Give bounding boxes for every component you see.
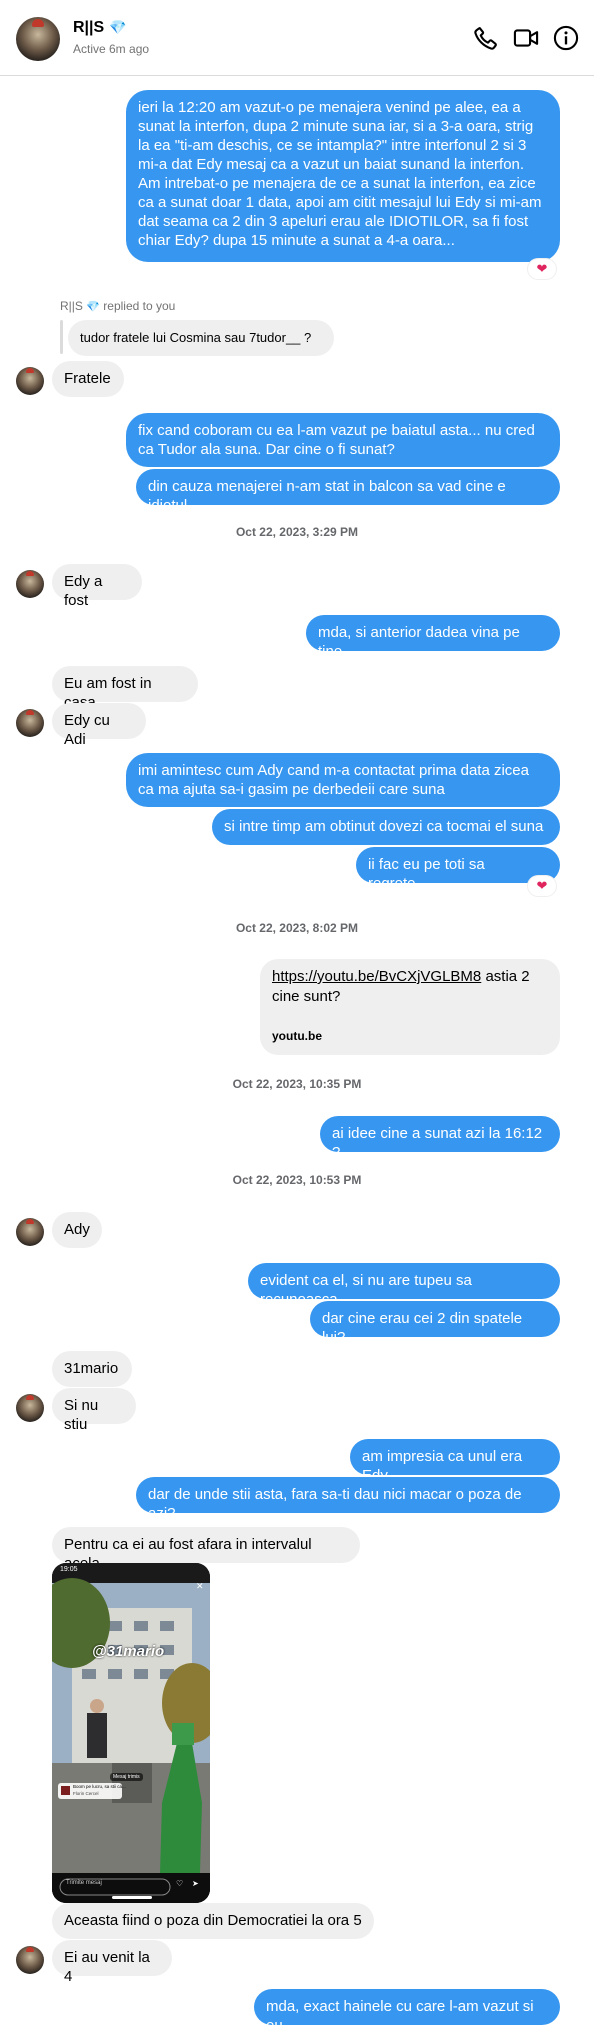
incoming-message[interactable]: Edy a fost bbox=[52, 564, 142, 609]
outgoing-message[interactable]: evident ca el, si nu are tupeu sa recuno… bbox=[248, 1263, 560, 1308]
outgoing-message[interactable]: mda, si anterior dadea vina pe tine bbox=[306, 615, 560, 660]
sender-avatar[interactable] bbox=[16, 1218, 44, 1246]
info-icon[interactable] bbox=[552, 24, 580, 52]
story-mention-overlay: @31mario bbox=[92, 1643, 165, 1660]
sender-avatar[interactable] bbox=[16, 1394, 44, 1422]
replied-message-quote[interactable]: tudor fratele lui Cosmina sau 7tudor__ ? bbox=[68, 320, 334, 356]
incoming-message[interactable]: Si nu stiu bbox=[52, 1388, 136, 1433]
outgoing-message[interactable]: am impresia ca unul era Edy bbox=[350, 1439, 560, 1484]
contact-name[interactable]: R||S bbox=[73, 19, 104, 36]
story-sticker: Mesaj trimis bbox=[110, 1773, 143, 1781]
story-close-icon[interactable]: ✕ bbox=[196, 1581, 204, 1592]
music-cover bbox=[61, 1786, 70, 1795]
incoming-message[interactable]: Eu am fost in casa bbox=[52, 666, 198, 711]
outgoing-message[interactable]: din cauza menajerei n-am stat in balcon … bbox=[136, 469, 560, 514]
heart-reaction[interactable]: ❤ bbox=[528, 259, 556, 279]
story-send-icon[interactable]: ➤ bbox=[192, 1879, 199, 1888]
timestamp: Oct 22, 2023, 8:02 PM bbox=[235, 921, 359, 935]
reply-sender: R||S bbox=[60, 299, 83, 313]
story-reply-placeholder[interactable]: Trimite mesaj bbox=[66, 1880, 102, 1886]
phone-icon[interactable] bbox=[472, 24, 500, 52]
link-share-card[interactable]: https://youtu.be/BvCXjVGLBM8 astia 2 cin… bbox=[260, 959, 560, 1055]
incoming-message[interactable]: 31mario bbox=[52, 1351, 132, 1387]
sender-avatar[interactable] bbox=[16, 570, 44, 598]
story-image bbox=[52, 1563, 210, 1903]
timestamp: Oct 22, 2023, 3:29 PM bbox=[235, 525, 359, 539]
incoming-message[interactable]: Aceasta fiind o poza din Democratiei la … bbox=[52, 1903, 374, 1939]
outgoing-message[interactable]: imi amintesc cum Ady cand m-a contactat … bbox=[126, 753, 560, 807]
incoming-message[interactable]: Pentru ca ei au fost afara in intervalul… bbox=[52, 1527, 360, 1572]
incoming-message[interactable]: Edy cu Adi bbox=[52, 703, 146, 748]
incoming-message[interactable]: Ady bbox=[52, 1212, 102, 1248]
reply-quote-bar bbox=[60, 320, 63, 354]
conversation-header: R||S 💎 Active 6m ago bbox=[0, 0, 594, 76]
music-artist: Florin Cercel bbox=[73, 1791, 99, 1796]
timestamp: Oct 22, 2023, 10:35 PM bbox=[232, 1077, 362, 1091]
outgoing-message[interactable]: dar de unde stii asta, fara sa-ti dau ni… bbox=[136, 1477, 560, 1522]
diamond-icon: 💎 bbox=[109, 19, 127, 35]
link-url[interactable]: https://youtu.be/BvCXjVGLBM8 bbox=[272, 968, 481, 985]
music-sticker: Boom pe lucru, sa stii ca... Florin Cerc… bbox=[58, 1783, 126, 1799]
timestamp: Oct 22, 2023, 10:53 PM bbox=[232, 1173, 362, 1187]
story-heart-icon[interactable]: ♡ bbox=[176, 1879, 183, 1888]
contact-name-row[interactable]: R||S 💎 bbox=[73, 19, 127, 37]
diamond-icon: 💎 bbox=[86, 301, 100, 313]
incoming-message[interactable]: Fratele bbox=[52, 361, 124, 397]
heart-reaction[interactable]: ❤ bbox=[528, 876, 556, 896]
sender-avatar[interactable] bbox=[16, 367, 44, 395]
incoming-message[interactable]: Ei au venit la 4 bbox=[52, 1940, 172, 1985]
active-status: Active 6m ago bbox=[73, 42, 150, 56]
sender-avatar[interactable] bbox=[16, 1946, 44, 1974]
music-label: Boom pe lucru, sa stii ca... bbox=[73, 1784, 126, 1789]
reply-label-text: replied to you bbox=[103, 299, 176, 313]
contact-avatar[interactable] bbox=[16, 17, 60, 61]
outgoing-message[interactable]: mda, exact hainele cu care l-am vazut si… bbox=[254, 1989, 560, 2034]
outgoing-message[interactable]: ieri la 12:20 am vazut-o pe menajera ven… bbox=[126, 90, 560, 262]
outgoing-message[interactable]: dar cine erau cei 2 din spatele lui? bbox=[310, 1301, 560, 1346]
reply-indicator: R||S 💎 replied to you bbox=[60, 299, 175, 313]
outgoing-message[interactable]: ai idee cine a sunat azi la 16:12 ? bbox=[320, 1116, 560, 1161]
outgoing-message[interactable]: ii fac eu pe toti sa regrete... bbox=[356, 847, 560, 892]
sender-avatar[interactable] bbox=[16, 709, 44, 737]
video-icon[interactable] bbox=[512, 24, 540, 52]
link-domain: youtu.be bbox=[272, 1029, 322, 1043]
outgoing-message[interactable]: si intre timp am obtinut dovezi ca tocma… bbox=[212, 809, 560, 845]
story-time: 19:05 bbox=[60, 1566, 78, 1573]
link-message-text[interactable]: https://youtu.be/BvCXjVGLBM8 astia 2 cin… bbox=[272, 967, 532, 1007]
outgoing-message[interactable]: fix cand coboram cu ea l-am vazut pe bai… bbox=[126, 413, 560, 467]
shared-story-photo[interactable]: 19:05 @31mario Boom pe lucru, sa stii ca… bbox=[52, 1563, 210, 1903]
